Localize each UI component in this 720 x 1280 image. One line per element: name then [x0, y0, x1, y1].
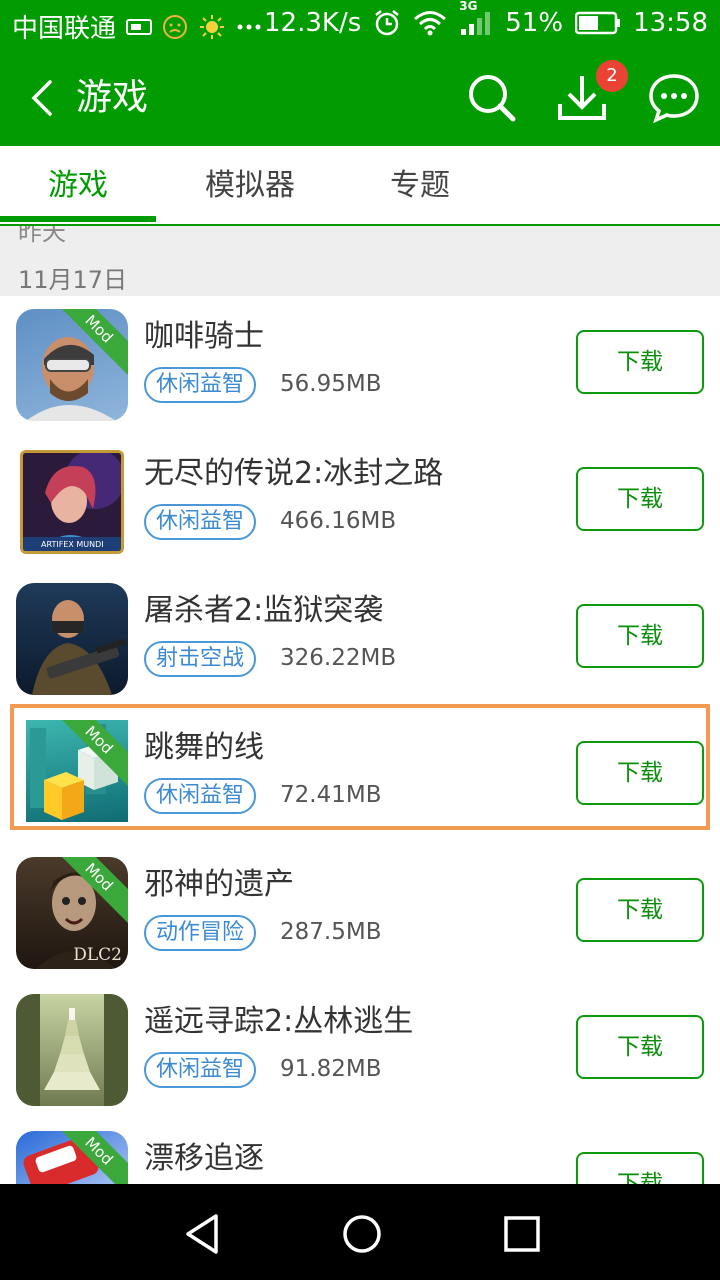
dlc-label: DLC2 [73, 945, 122, 965]
weather-sun-icon [198, 13, 226, 41]
game-name: 邪神的遗产 [144, 867, 294, 902]
slaughter-2-app-icon [16, 583, 128, 695]
search-icon[interactable] [466, 72, 518, 124]
download-button[interactable]: 下载 [576, 330, 704, 394]
download-button[interactable]: 下载 [576, 604, 704, 668]
download-button[interactable]: 下载 [576, 1015, 704, 1079]
game-list-item[interactable]: Mod 漂移追逐 下载 [0, 1119, 720, 1184]
battery-percent: 51% [505, 8, 564, 38]
active-tab-indicator [0, 216, 156, 222]
endless-fables-app-icon: ARTIFEX MUNDI [20, 450, 124, 554]
carrier-text: 中国联通 [12, 14, 117, 44]
evil-god-legacy-app-icon: DLC2 Mod [16, 857, 128, 969]
file-size: 56.95MB [280, 371, 382, 397]
app-bar: 游戏 2 [0, 50, 720, 146]
back-arrow-icon[interactable] [28, 80, 58, 116]
file-size: 326.22MB [280, 645, 397, 671]
category-tag[interactable]: 休闲益智 [144, 367, 257, 403]
network-type: 3G [459, 0, 478, 13]
game-list-item[interactable]: 遥远寻踪2:丛林逃生 休闲益智 91.82MB 下载 [0, 982, 720, 1120]
game-list-item[interactable]: ARTIFEX MUNDI 无尽的传说2:冰封之路 休闲益智 466.16MB … [0, 434, 720, 572]
date-section-header: 昨天 11月17日 [0, 226, 720, 296]
download-button[interactable]: 下载 [576, 878, 704, 942]
back-triangle-icon[interactable] [182, 1212, 226, 1256]
coffee-knight-app-icon: Mod [16, 309, 128, 421]
emoji-notification-icon [162, 14, 188, 40]
file-size: 72.41MB [280, 782, 382, 808]
alarm-icon [373, 9, 401, 37]
file-size: 91.82MB [280, 1056, 382, 1082]
game-list-item[interactable]: DLC2 Mod 邪神的遗产 动作冒险 287.5MB 下载 [0, 845, 720, 983]
game-list-item[interactable]: 屠杀者2:监狱突袭 射击空战 326.22MB 下载 [0, 571, 720, 709]
clock-time: 13:58 [633, 8, 708, 38]
game-name: 漂移追逐 [144, 1141, 264, 1176]
download-button[interactable]: 下载 [576, 741, 704, 805]
network-speed: 12.3K/s [264, 8, 362, 38]
tab-games[interactable]: 游戏 [0, 146, 156, 224]
drift-chase-app-icon: Mod [16, 1131, 128, 1184]
category-tag[interactable]: 射击空战 [144, 641, 257, 677]
game-list-item[interactable]: Mod 咖啡骑士 休闲益智 56.95MB 下载 [0, 297, 720, 435]
file-size: 466.16MB [280, 508, 397, 534]
home-circle-icon[interactable] [340, 1212, 384, 1256]
dancing-line-app-icon: Mod [26, 720, 128, 822]
more-notifications-icon [236, 23, 262, 31]
status-bar: 中国联通 12.3K/s 3G 51% 13:58 [0, 0, 720, 50]
category-tag[interactable]: 休闲益智 [144, 778, 257, 814]
download-button[interactable]: 下载 [576, 1152, 704, 1184]
category-tag[interactable]: 动作冒险 [144, 915, 257, 951]
tab-bar: 游戏 模拟器 专题 [0, 146, 720, 226]
tab-emulator[interactable]: 模拟器 [170, 146, 330, 224]
category-tag[interactable]: 休闲益智 [144, 504, 257, 540]
battery-icon [575, 11, 621, 35]
download-button[interactable]: 下载 [576, 467, 704, 531]
category-tag[interactable]: 休闲益智 [144, 1052, 257, 1088]
publisher-label: ARTIFEX MUNDI [41, 540, 104, 549]
wifi-icon [413, 9, 447, 37]
page-title: 游戏 [76, 77, 149, 118]
message-icon[interactable] [648, 72, 700, 124]
far-trail-app-icon [16, 994, 128, 1106]
download-count-badge: 2 [596, 60, 628, 92]
sim-card-icon [126, 18, 153, 36]
section-date: 11月17日 [18, 266, 128, 294]
game-name: 遥远寻踪2:丛林逃生 [144, 1004, 414, 1039]
game-list-item[interactable]: Mod 跳舞的线 休闲益智 72.41MB 下载 [0, 708, 720, 846]
recents-square-icon[interactable] [500, 1212, 544, 1256]
game-name: 咖啡骑士 [144, 319, 264, 354]
game-name: 无尽的传说2:冰封之路 [144, 456, 444, 491]
file-size: 287.5MB [280, 919, 382, 945]
game-name: 屠杀者2:监狱突袭 [144, 593, 384, 628]
tab-topics[interactable]: 专题 [340, 146, 500, 224]
signal-icon: 3G [459, 0, 493, 37]
game-name: 跳舞的线 [144, 730, 264, 765]
navigation-bar [0, 1184, 720, 1280]
previous-section-label: 昨天 [18, 226, 66, 246]
